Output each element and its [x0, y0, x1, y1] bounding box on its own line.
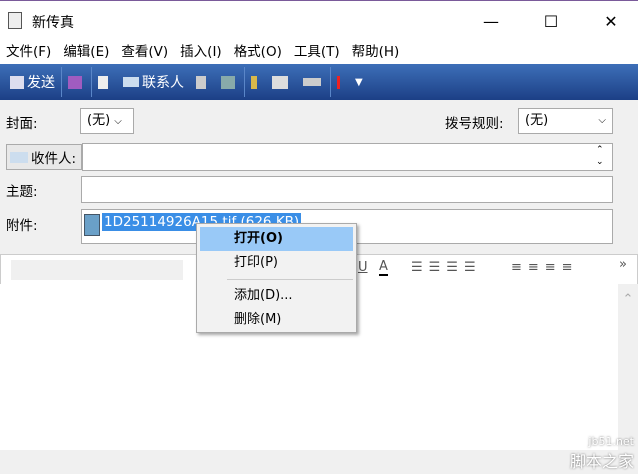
menu-separator [227, 279, 353, 280]
context-menu: 打开(O) 打印(P) 添加(D)... 删除(M) [196, 223, 357, 333]
page-icon [98, 75, 108, 89]
menu-help[interactable]: 帮助(H) [352, 40, 400, 64]
recipient-input[interactable] [82, 143, 613, 171]
minimize-button[interactable]: — [468, 9, 514, 35]
watermark: jb51.net 脚本之家 [570, 435, 634, 472]
menu-item-open[interactable]: 打开(O) [200, 227, 353, 251]
contact-card-icon [10, 151, 28, 163]
check-names-icon [221, 75, 235, 89]
cover-page-button[interactable] [92, 67, 117, 97]
cover-select[interactable]: (无) ⌵ [80, 108, 134, 134]
window-title: 新传真 [32, 15, 74, 31]
vertical-scrollbar[interactable]: ⌃ [618, 284, 638, 450]
insert-picture-button[interactable] [266, 67, 297, 97]
subject-label: 主题: [6, 184, 38, 200]
dial-rule-value: (无) [525, 113, 549, 128]
menu-bar: 文件(F) 编辑(E) 查看(V) 插入(I) 格式(O) 工具(T) 帮助(H… [0, 40, 638, 64]
send-button[interactable]: 发送 [4, 67, 61, 97]
title-bar: 新传真 — ☐ ✕ [0, 0, 638, 40]
recipient-button[interactable]: 收件人: [6, 144, 82, 170]
cover-value: (无) [87, 113, 111, 128]
toolbar: 发送 联系人 ▼ [0, 64, 638, 100]
watermark-name: 脚本之家 [569, 452, 634, 471]
paperclip-icon [251, 75, 257, 89]
menu-file[interactable]: 文件(F) [6, 40, 51, 64]
recipient-label: 收件人: [31, 151, 77, 167]
send-icon [10, 75, 24, 89]
grid-button[interactable] [190, 67, 215, 97]
recipient-spinner[interactable]: ⌃ ⌄ [596, 144, 604, 168]
contacts-label: 联系人 [142, 75, 184, 91]
maximize-button[interactable]: ☐ [528, 9, 574, 35]
menu-item-delete[interactable]: 删除(M) [200, 308, 353, 332]
align-buttons[interactable]: ≡≡≡≡ [511, 260, 579, 275]
send-label: 发送 [27, 75, 55, 91]
check-names-button[interactable] [215, 67, 244, 97]
subject-input[interactable] [81, 176, 613, 203]
fax-icon [8, 12, 22, 29]
contacts-button[interactable]: 联系人 [117, 67, 190, 97]
menu-view[interactable]: 查看(V) [121, 40, 168, 64]
dial-rule-select[interactable]: (无) ⌵ [518, 108, 613, 134]
exclamation-icon [337, 75, 340, 89]
picture-icon [272, 75, 288, 89]
scan-button[interactable] [297, 67, 330, 97]
menu-tools[interactable]: 工具(T) [294, 40, 340, 64]
cover-label: 封面: [6, 116, 38, 132]
scroll-up-icon[interactable]: ⌃ [618, 292, 638, 307]
menu-edit[interactable]: 编辑(E) [63, 40, 109, 64]
close-button[interactable]: ✕ [588, 9, 634, 35]
watermark-url: jb51.net [588, 435, 634, 448]
scanner-icon [303, 78, 321, 86]
priority-button[interactable]: ▼ [331, 67, 369, 97]
save-icon [68, 75, 82, 89]
underline-button[interactable]: U [358, 260, 368, 275]
menu-format[interactable]: 格式(O) [234, 40, 282, 64]
menu-item-print[interactable]: 打印(P) [200, 251, 353, 275]
menu-item-add[interactable]: 添加(D)... [200, 284, 353, 308]
tif-file-icon [84, 214, 100, 236]
font-select[interactable] [11, 260, 183, 280]
save-button[interactable] [62, 67, 91, 97]
dropdown-arrow-icon[interactable]: ▼ [355, 77, 363, 88]
grid-icon [196, 75, 206, 89]
dial-rule-label: 拨号规则: [445, 116, 504, 132]
more-button[interactable]: » [619, 257, 627, 272]
menu-insert[interactable]: 插入(I) [180, 40, 222, 64]
font-color-button[interactable]: A [379, 259, 388, 276]
contact-card-icon [123, 77, 139, 87]
attachment-label: 附件: [6, 218, 38, 234]
list-indent-buttons[interactable]: ☰☰☰☰ [411, 260, 482, 275]
attach-button[interactable] [245, 67, 266, 97]
